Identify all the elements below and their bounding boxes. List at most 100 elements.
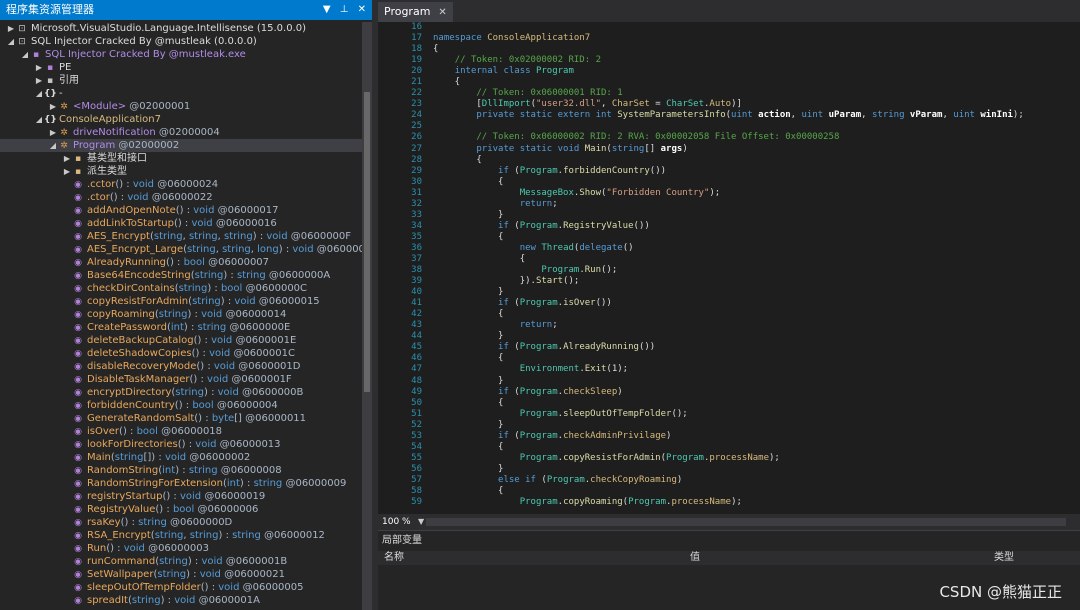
code-line[interactable]: } bbox=[433, 287, 1080, 298]
tree-node[interactable]: ◢ ⊡ SQL Injector Cracked By @mustleak (0.0… bbox=[0, 35, 362, 48]
tree-node[interactable]: ◉ isOver() : bool @06000018 bbox=[0, 425, 362, 438]
code-line[interactable]: { bbox=[433, 44, 1080, 55]
expander-icon[interactable]: ▶ bbox=[48, 126, 58, 139]
tree-node[interactable]: ◉ .cctor() : void @06000024 bbox=[0, 178, 362, 191]
tree-scrollbar-thumb[interactable] bbox=[364, 92, 370, 392]
code-line[interactable]: { bbox=[433, 177, 1080, 188]
tree-node[interactable]: ◉ AlreadyRunning() : bool @06000007 bbox=[0, 256, 362, 269]
expander-icon[interactable]: ◢ bbox=[34, 87, 44, 100]
code-line[interactable]: return; bbox=[433, 320, 1080, 331]
code-line[interactable]: } bbox=[433, 210, 1080, 221]
tree-node[interactable]: ◉ disableRecoveryMode() : void @0600001D bbox=[0, 360, 362, 373]
expander-icon[interactable]: ▶ bbox=[6, 22, 16, 35]
code-line[interactable]: Program.copyResistForAdmin(Program.proce… bbox=[433, 453, 1080, 464]
tree-node[interactable]: ◉ RegistryValue() : bool @06000006 bbox=[0, 503, 362, 516]
tree-node[interactable]: ▶ ▪ 派生类型 bbox=[0, 165, 362, 178]
tree-node[interactable]: ◉ sleepOutOfTempFolder() : void @06000005 bbox=[0, 581, 362, 594]
tree-node[interactable]: ◉ RandomString(int) : string @06000008 bbox=[0, 464, 362, 477]
code-line[interactable]: { bbox=[433, 155, 1080, 166]
tree-node[interactable]: ◉ .ctor() : void @06000022 bbox=[0, 191, 362, 204]
tree-node[interactable]: ◉ addAndOpenNote() : void @06000017 bbox=[0, 204, 362, 217]
code-line[interactable]: { bbox=[433, 398, 1080, 409]
code-editor[interactable]: 16 17 18 19 20 21 22 23 24 25 26 27 28 29 30 31 32 33 34 35… bbox=[378, 22, 1080, 514]
tree-node[interactable]: ◢{} ConsoleApplication7 bbox=[0, 113, 362, 126]
tree-node[interactable]: ▶ ⊡ Microsoft.VisualStudio.Language.Intell… bbox=[0, 22, 362, 35]
tree-node[interactable]: ◉ SetWallpaper(string) : void @06000021 bbox=[0, 568, 362, 581]
tree-node[interactable]: ◉ GenerateRandomSalt() : byte[] @06000011 bbox=[0, 412, 362, 425]
tree-node[interactable]: ◉ CreatePassword(int) : string @0600000E bbox=[0, 321, 362, 334]
editor-horizontal-scrollbar[interactable] bbox=[426, 518, 1066, 526]
code-line[interactable]: { bbox=[433, 232, 1080, 243]
expander-icon[interactable]: ◢ bbox=[48, 139, 58, 152]
expander-icon[interactable]: ◢ bbox=[34, 113, 44, 126]
editor-vertical-scrollbar[interactable] bbox=[1068, 22, 1080, 514]
tree-node[interactable]: ◉ rsaKey() : string @0600000D bbox=[0, 516, 362, 529]
expander-icon[interactable]: ▶ bbox=[48, 100, 58, 113]
tab-program[interactable]: Program ✕ bbox=[378, 2, 453, 22]
code-line[interactable]: private static extern int SystemParamete… bbox=[433, 110, 1080, 121]
expander-icon[interactable]: ▶ bbox=[34, 61, 44, 74]
code-line[interactable]: MessageBox.Show("Forbidden Country"); bbox=[433, 188, 1080, 199]
code-line[interactable]: // Token: 0x02000002 RID: 2 bbox=[433, 55, 1080, 66]
code-line[interactable]: { bbox=[433, 486, 1080, 497]
tree-node[interactable]: ◢ ▪ SQL Injector Cracked By @mustleak.exe bbox=[0, 48, 362, 61]
code-line[interactable]: } bbox=[433, 376, 1080, 387]
code-text[interactable]: namespace ConsoleApplication7{ // Token:… bbox=[433, 22, 1080, 514]
tree-node[interactable]: ◉ Base64EncodeString(string) : string @06… bbox=[0, 269, 362, 282]
code-line[interactable]: if (Program.isOver()) bbox=[433, 298, 1080, 309]
tree-node[interactable]: ◉ copyResistForAdmin(string) : void @0600… bbox=[0, 295, 362, 308]
code-line[interactable] bbox=[433, 121, 1080, 132]
code-line[interactable]: namespace ConsoleApplication7 bbox=[433, 33, 1080, 44]
code-line[interactable]: if (Program.AlreadyRunning()) bbox=[433, 342, 1080, 353]
expander-icon[interactable]: ▶ bbox=[34, 74, 44, 87]
tree-node[interactable]: ◉ checkDirContains(string) : bool @060000… bbox=[0, 282, 362, 295]
code-line[interactable]: Program.copyRoaming(Program.processName)… bbox=[433, 497, 1080, 508]
tree-node[interactable]: ▶ ▪ 引用 bbox=[0, 74, 362, 87]
tree-node[interactable]: ◉ runCommand(string) : void @0600001B bbox=[0, 555, 362, 568]
code-line[interactable]: if (Program.RegistryValue()) bbox=[433, 221, 1080, 232]
tree-node[interactable]: ◉ deleteBackupCatalog() : void @0600001E bbox=[0, 334, 362, 347]
pin-icon[interactable]: ⊥ bbox=[340, 4, 349, 15]
tree-node[interactable]: ◉ RandomStringForExtension(int) : string … bbox=[0, 477, 362, 490]
tree-node[interactable]: ◉ forbiddenCountry() : bool @06000004 bbox=[0, 399, 362, 412]
assembly-tree[interactable]: ▶ ⊡ Microsoft.VisualStudio.Language.Intell… bbox=[0, 22, 362, 610]
code-line[interactable]: } bbox=[433, 464, 1080, 475]
code-line[interactable]: new Thread(delegate() bbox=[433, 243, 1080, 254]
tree-node[interactable]: ◉ Run() : void @06000003 bbox=[0, 542, 362, 555]
code-line[interactable]: Program.sleepOutOfTempFolder(); bbox=[433, 409, 1080, 420]
expander-icon[interactable]: ▶ bbox=[62, 152, 72, 165]
tree-node[interactable]: ◉ deleteShadowCopies() : void @0600001C bbox=[0, 347, 362, 360]
tree-node[interactable]: ▶ ▪ PE bbox=[0, 61, 362, 74]
code-line[interactable]: // Token: 0x06000002 RID: 2 RVA: 0x00002… bbox=[433, 132, 1080, 143]
tree-node[interactable]: ▶ ▪ 基类型和接口 bbox=[0, 152, 362, 165]
tree-node[interactable]: ◉ DisableTaskManager() : void @0600001F bbox=[0, 373, 362, 386]
tree-node[interactable]: ◉ spreadIt(string) : void @0600001A bbox=[0, 594, 362, 607]
tree-node[interactable]: ◉ Main(string[]) : void @06000002 bbox=[0, 451, 362, 464]
code-line[interactable]: return; bbox=[433, 199, 1080, 210]
column-type-header[interactable]: 类型 bbox=[994, 551, 1014, 565]
tree-node[interactable]: ▶ ✲ driveNotification @02000004 bbox=[0, 126, 362, 139]
code-line[interactable]: } bbox=[433, 420, 1080, 431]
code-line[interactable]: { bbox=[433, 77, 1080, 88]
code-line[interactable]: else if (Program.checkCopyRoaming) bbox=[433, 475, 1080, 486]
code-line[interactable]: { bbox=[433, 254, 1080, 265]
expander-icon[interactable]: ▶ bbox=[62, 165, 72, 178]
tree-node[interactable]: ◢{} - bbox=[0, 87, 362, 100]
tree-node[interactable]: ◉ encryptDirectory(string) : void @060000… bbox=[0, 386, 362, 399]
tree-node[interactable]: ◉ copyRoaming(string) : void @06000014 bbox=[0, 308, 362, 321]
zoom-level[interactable]: 100 % bbox=[378, 514, 418, 530]
code-line[interactable] bbox=[433, 22, 1080, 33]
code-line[interactable]: }).Start(); bbox=[433, 276, 1080, 287]
dropdown-icon[interactable]: ▼ bbox=[323, 4, 331, 15]
tree-node[interactable]: ◉ addLinkToStartup() : void @06000016 bbox=[0, 217, 362, 230]
tree-scrollbar[interactable] bbox=[362, 22, 372, 610]
code-line[interactable]: { bbox=[433, 309, 1080, 320]
code-line[interactable]: Environment.Exit(1); bbox=[433, 364, 1080, 375]
code-line[interactable]: { bbox=[433, 353, 1080, 364]
code-line[interactable]: { bbox=[433, 442, 1080, 453]
tree-node[interactable]: ▶ ✲ <Module> @02000001 bbox=[0, 100, 362, 113]
tree-node[interactable]: ◉ RSA_Encrypt(string, string) : string @0… bbox=[0, 529, 362, 542]
expander-icon[interactable]: ◢ bbox=[20, 48, 30, 61]
tree-node[interactable]: ◉ AES_Encrypt_Large(string, string, long)… bbox=[0, 243, 362, 256]
code-line[interactable]: private static void Main(string[] args) bbox=[433, 144, 1080, 155]
